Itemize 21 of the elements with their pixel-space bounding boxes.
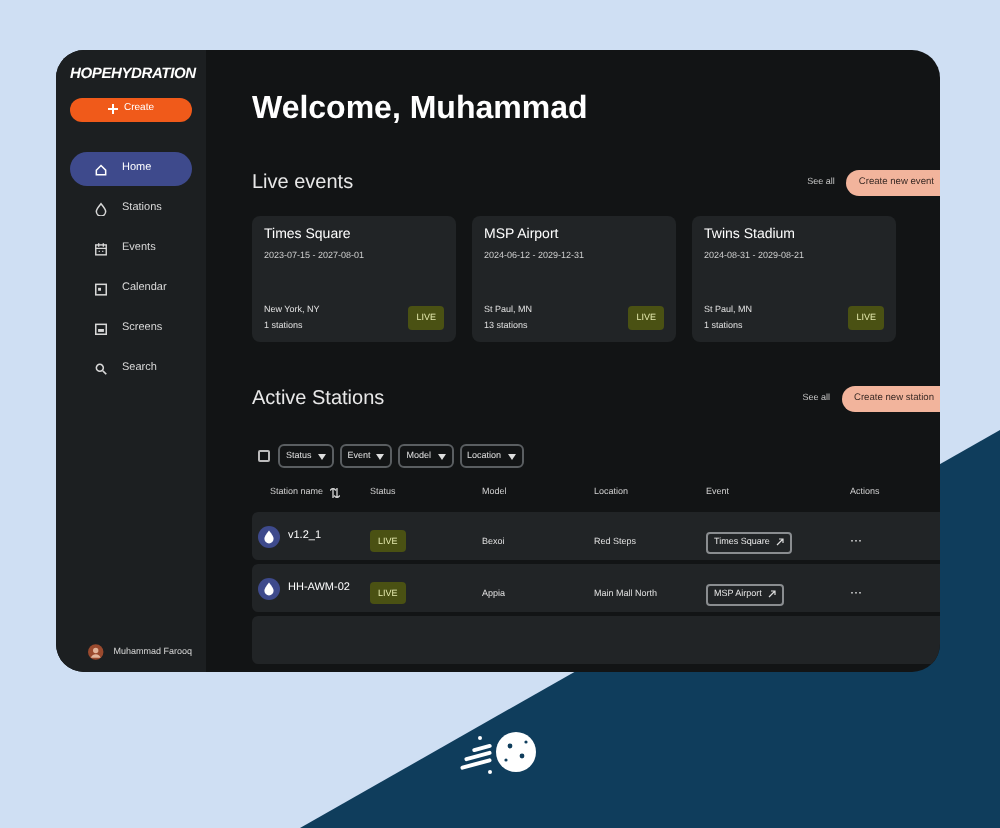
page-heading: Welcome, Muhammad xyxy=(252,94,590,126)
avatar-icon xyxy=(88,644,104,660)
calendar-icon xyxy=(94,281,108,295)
home-icon xyxy=(94,161,108,175)
caret-icon xyxy=(507,453,516,459)
drop-avatar-icon xyxy=(258,525,280,547)
caret-icon xyxy=(376,453,385,459)
drop-icon xyxy=(94,201,108,215)
section-title: Active Stations xyxy=(252,386,385,414)
sort-icon xyxy=(329,488,340,498)
calendar-grid-icon xyxy=(94,241,108,255)
screen-icon xyxy=(94,321,108,335)
external-link-icon xyxy=(767,590,776,599)
external-link-icon xyxy=(775,538,784,547)
plus-icon xyxy=(107,104,118,114)
section-title: Live events xyxy=(252,170,354,198)
caret-icon xyxy=(437,453,446,459)
search-icon xyxy=(94,361,108,375)
select-all-checkbox[interactable] xyxy=(258,450,270,462)
caret-icon xyxy=(317,453,326,459)
drop-avatar-icon xyxy=(258,577,280,599)
